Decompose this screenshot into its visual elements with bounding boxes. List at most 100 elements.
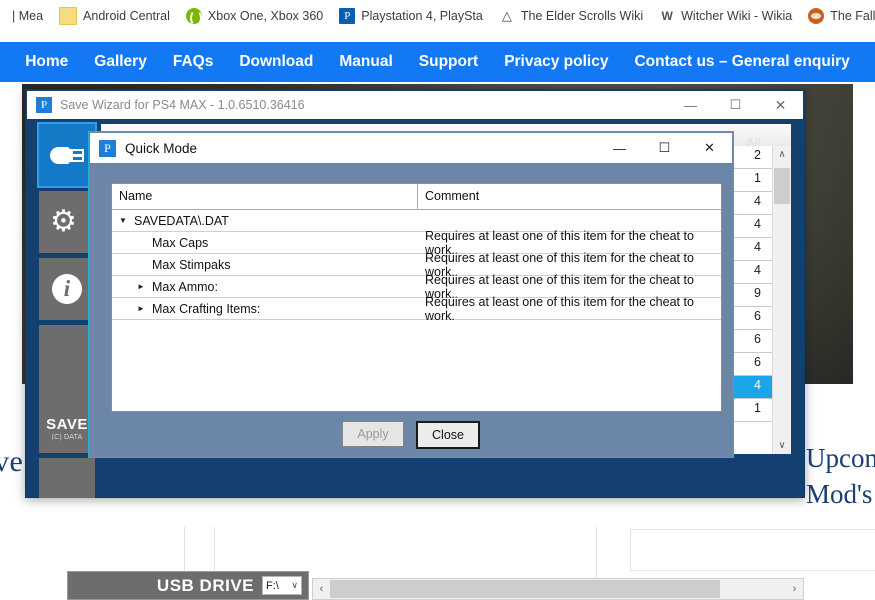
bookmark-item-xbox[interactable]: Xbox One, Xbox 360 [185, 4, 324, 28]
cell-name-text: Max Ammo: [152, 279, 218, 294]
quick-mode-window-controls: — ☐ ✕ [597, 133, 732, 163]
scroll-left-icon[interactable]: ‹ [313, 583, 330, 595]
gears-icon: ⚙ [50, 205, 77, 238]
brand-logo-line1: SAVE [46, 416, 88, 433]
save-list-row-value: 1 [754, 171, 761, 185]
apply-button[interactable]: Apply [342, 421, 404, 447]
witcher-icon: W [659, 8, 676, 24]
column-header-comment[interactable]: Comment [418, 184, 721, 209]
usb-icon [50, 146, 84, 164]
app-close-button[interactable]: ✕ [758, 91, 803, 119]
hscroll-thumb[interactable] [330, 580, 720, 598]
scroll-down-icon[interactable]: ∨ [773, 437, 791, 454]
nav-link-download[interactable]: Download [239, 53, 313, 71]
horizontal-scrollbar[interactable]: ‹ › [312, 578, 804, 600]
save-list-row-value: 4 [754, 217, 761, 231]
cell-name-text: Max Caps [152, 235, 209, 250]
cell-name: ▼ SAVEDATA\.DAT [112, 210, 418, 231]
quick-mode-minimize-button[interactable]: — [597, 133, 642, 163]
save-list-row-value: 9 [754, 286, 761, 300]
bookmark-label: Playstation 4, PlaySta [361, 9, 483, 23]
app-title-bar[interactable]: P Save Wizard for PS4 MAX - 1.0.6510.364… [27, 91, 803, 119]
elder-scrolls-icon: △ [498, 8, 515, 24]
bookmark-label: The Elder Scrolls Wiki [520, 9, 644, 23]
cell-name: ► Max Ammo: [112, 276, 418, 297]
bookmark-item-elder-scrolls[interactable]: △ The Elder Scrolls Wiki [498, 4, 644, 28]
browser-bookmarks-bar: | Mea Android Central Xbox One, Xbox 360… [0, 0, 875, 32]
app-minimize-button[interactable]: — [668, 91, 713, 119]
quick-mode-title-bar[interactable]: P Quick Mode — ☐ ✕ [90, 133, 732, 163]
bookmark-item[interactable]: | Mea [0, 4, 43, 28]
usb-drive-value: F:\ [266, 579, 279, 592]
nav-link-gallery[interactable]: Gallery [94, 53, 147, 71]
chevron-down-icon: ∨ [291, 580, 298, 590]
quick-mode-dialog: P Quick Mode — ☐ ✕ Name Comment ▼ SAVEDAT… [88, 131, 734, 458]
cell-comment: Requires at least one of this item for t… [425, 294, 694, 323]
bookmark-item-witcher[interactable]: W Witcher Wiki - Wikia [659, 4, 792, 28]
save-list-row-value: 4 [754, 240, 761, 254]
cell-name: Max Stimpaks [112, 254, 418, 275]
save-list-row-value: 1 [754, 401, 761, 415]
nav-link-contact[interactable]: Contact us – General enquiry [634, 53, 849, 71]
app-maximize-button[interactable]: ☐ [713, 91, 758, 119]
bookmark-item-android-central[interactable]: Android Central [59, 4, 170, 28]
sidebar-item-about[interactable]: i [39, 258, 95, 320]
bookmark-label: The Fallout w [830, 9, 875, 23]
close-button[interactable]: Close [416, 421, 480, 449]
scroll-right-icon[interactable]: › [786, 583, 803, 595]
nav-link-manual[interactable]: Manual [339, 53, 392, 71]
nav-link-faqs[interactable]: FAQs [173, 53, 213, 71]
usb-drive-label: USB DRIVE [156, 575, 254, 595]
site-heading-right-line1: Upcom [806, 443, 875, 473]
nav-link-privacy[interactable]: Privacy policy [504, 53, 608, 71]
usb-drive-select[interactable]: F:\ ∨ [262, 576, 302, 595]
app-title-text: Save Wizard for PS4 MAX - 1.0.6510.36416 [60, 98, 305, 112]
save-list-row-value: 6 [754, 309, 761, 323]
column-header-name[interactable]: Name [112, 184, 418, 209]
content-card [630, 529, 875, 571]
bookmark-label: Xbox One, Xbox 360 [207, 9, 324, 23]
save-list-row-value: 2 [754, 148, 761, 162]
cell-name-text: Max Crafting Items: [152, 301, 261, 316]
cell-name-text: SAVEDATA\.DAT [134, 213, 229, 228]
app-brand-logo: SAVE (C) DATA [39, 325, 95, 453]
bookmark-label: Android Central [83, 9, 170, 23]
site-heading-right-line2: Mod's [806, 479, 873, 509]
quick-mode-title-text: Quick Mode [125, 140, 198, 156]
expanded-twisty-icon[interactable]: ▼ [116, 216, 130, 225]
quick-mode-close-button[interactable]: ✕ [687, 133, 732, 163]
collapsed-twisty-icon[interactable]: ► [134, 304, 148, 313]
table-row[interactable]: ► Max Crafting Items: Requires at least on… [112, 294, 721, 323]
bookmark-item-fallout[interactable]: The Fallout w [808, 4, 875, 28]
xbox-icon [185, 8, 202, 26]
save-list-row-value: 6 [754, 332, 761, 346]
save-list-row-value: 4 [754, 378, 761, 392]
cell-name: Max Caps [112, 232, 418, 253]
app-logo-icon: P [99, 139, 116, 157]
site-heading-right-fragment: Upcom Mod's [806, 440, 875, 512]
app-logo-icon: P [36, 97, 52, 113]
scroll-up-icon[interactable]: ∧ [773, 146, 791, 163]
cell-name: ► Max Crafting Items: [112, 298, 418, 319]
brand-logo-line2: (C) DATA [51, 434, 83, 441]
fallout-icon [808, 8, 825, 24]
quick-mode-maximize-button[interactable]: ☐ [642, 133, 687, 163]
info-icon: i [52, 274, 82, 304]
site-heading-left-fragment: ve [0, 445, 24, 478]
scroll-thumb[interactable] [774, 168, 790, 204]
app-window-controls: — ☐ ✕ [668, 91, 803, 119]
sidebar-item-usb-drive[interactable] [37, 122, 97, 188]
sidebar-spacer [39, 458, 95, 498]
nav-link-home[interactable]: Home [25, 53, 68, 71]
collapsed-twisty-icon[interactable]: ► [134, 282, 148, 291]
save-list-vertical-scrollbar[interactable]: ∧ ∨ [772, 146, 791, 454]
all-filter-label[interactable]: All [746, 135, 760, 150]
cell-name-text: Max Stimpaks [152, 257, 231, 272]
bookmark-item-playstation[interactable]: P Playstation 4, PlaySta [339, 4, 483, 28]
playstation-icon: P [339, 8, 356, 24]
bookmark-label: | Mea [12, 9, 44, 23]
save-list-row-value: 6 [754, 355, 761, 369]
sidebar-item-settings[interactable]: ⚙ [39, 191, 95, 253]
nav-link-support[interactable]: Support [419, 53, 478, 71]
app-sidebar: ⚙ i SAVE (C) DATA [37, 122, 97, 498]
